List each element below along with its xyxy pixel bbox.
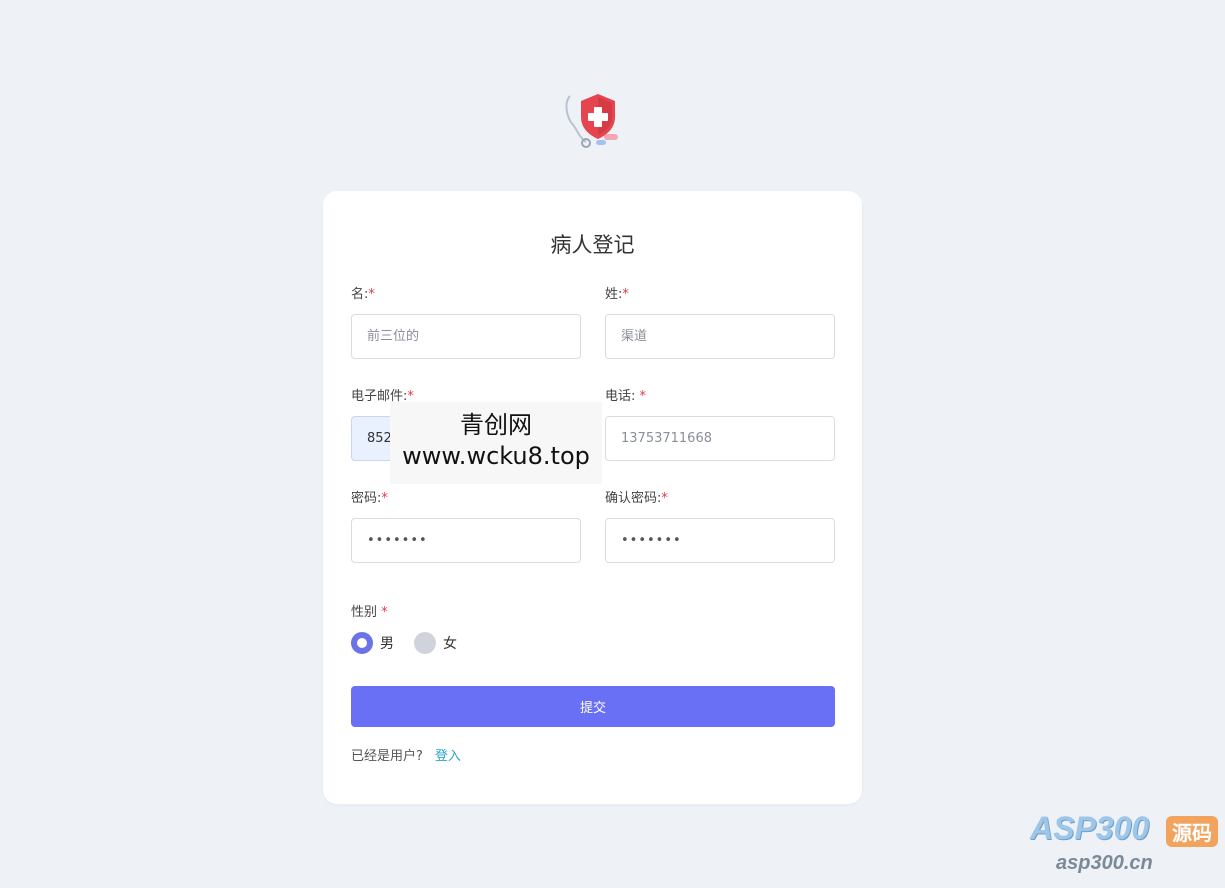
- confirm-password-label: 确认密码:*: [605, 491, 668, 506]
- required-marker: *: [381, 491, 388, 506]
- password-label: 密码:*: [351, 491, 388, 506]
- corner-watermark: ASP300 源码 asp300.cn: [1030, 810, 1220, 880]
- gender-option-label: 男: [380, 636, 394, 652]
- required-marker: *: [381, 605, 388, 620]
- watermark-title: 青创网: [460, 411, 532, 439]
- password-input[interactable]: [351, 518, 581, 563]
- last-name-input[interactable]: [605, 314, 835, 359]
- first-name-label: 名:*: [351, 287, 375, 302]
- registration-card: 病人登记 名:* 姓:* 电子邮件:* 电话: * 密码:* 确认密码:* 性别…: [323, 191, 862, 804]
- required-marker: *: [661, 491, 668, 506]
- radio-checked-icon[interactable]: [351, 632, 373, 654]
- last-name-label: 姓:*: [605, 287, 629, 302]
- gender-label: 性别 *: [351, 605, 388, 620]
- gender-option-label: 女: [443, 636, 457, 652]
- watermark-overlay: 青创网 www.wcku8.top: [390, 402, 602, 484]
- corner-watermark-badge: 源码: [1166, 816, 1218, 847]
- required-marker: *: [639, 389, 647, 404]
- confirm-password-input[interactable]: [605, 518, 835, 563]
- phone-label: 电话: *: [605, 389, 647, 404]
- required-marker: *: [368, 287, 375, 302]
- submit-button[interactable]: 提交: [351, 686, 835, 727]
- first-name-input[interactable]: [351, 314, 581, 359]
- corner-watermark-brand: ASP300: [1030, 810, 1150, 846]
- required-marker: *: [622, 287, 629, 302]
- gender-option-female[interactable]: 女: [414, 632, 457, 654]
- phone-input[interactable]: [605, 416, 835, 461]
- login-link[interactable]: 登入: [435, 749, 461, 764]
- medical-shield-logo-icon: [565, 94, 618, 148]
- radio-unchecked-icon[interactable]: [414, 632, 436, 654]
- corner-watermark-domain: asp300.cn: [1056, 852, 1153, 874]
- gender-option-male[interactable]: 男: [351, 632, 394, 654]
- gender-radio-group: 男 女: [351, 631, 477, 655]
- watermark-url: www.wcku8.top: [402, 442, 590, 470]
- page-title: 病人登记: [550, 233, 635, 257]
- login-prompt: 已经是用户? 登入: [351, 749, 461, 764]
